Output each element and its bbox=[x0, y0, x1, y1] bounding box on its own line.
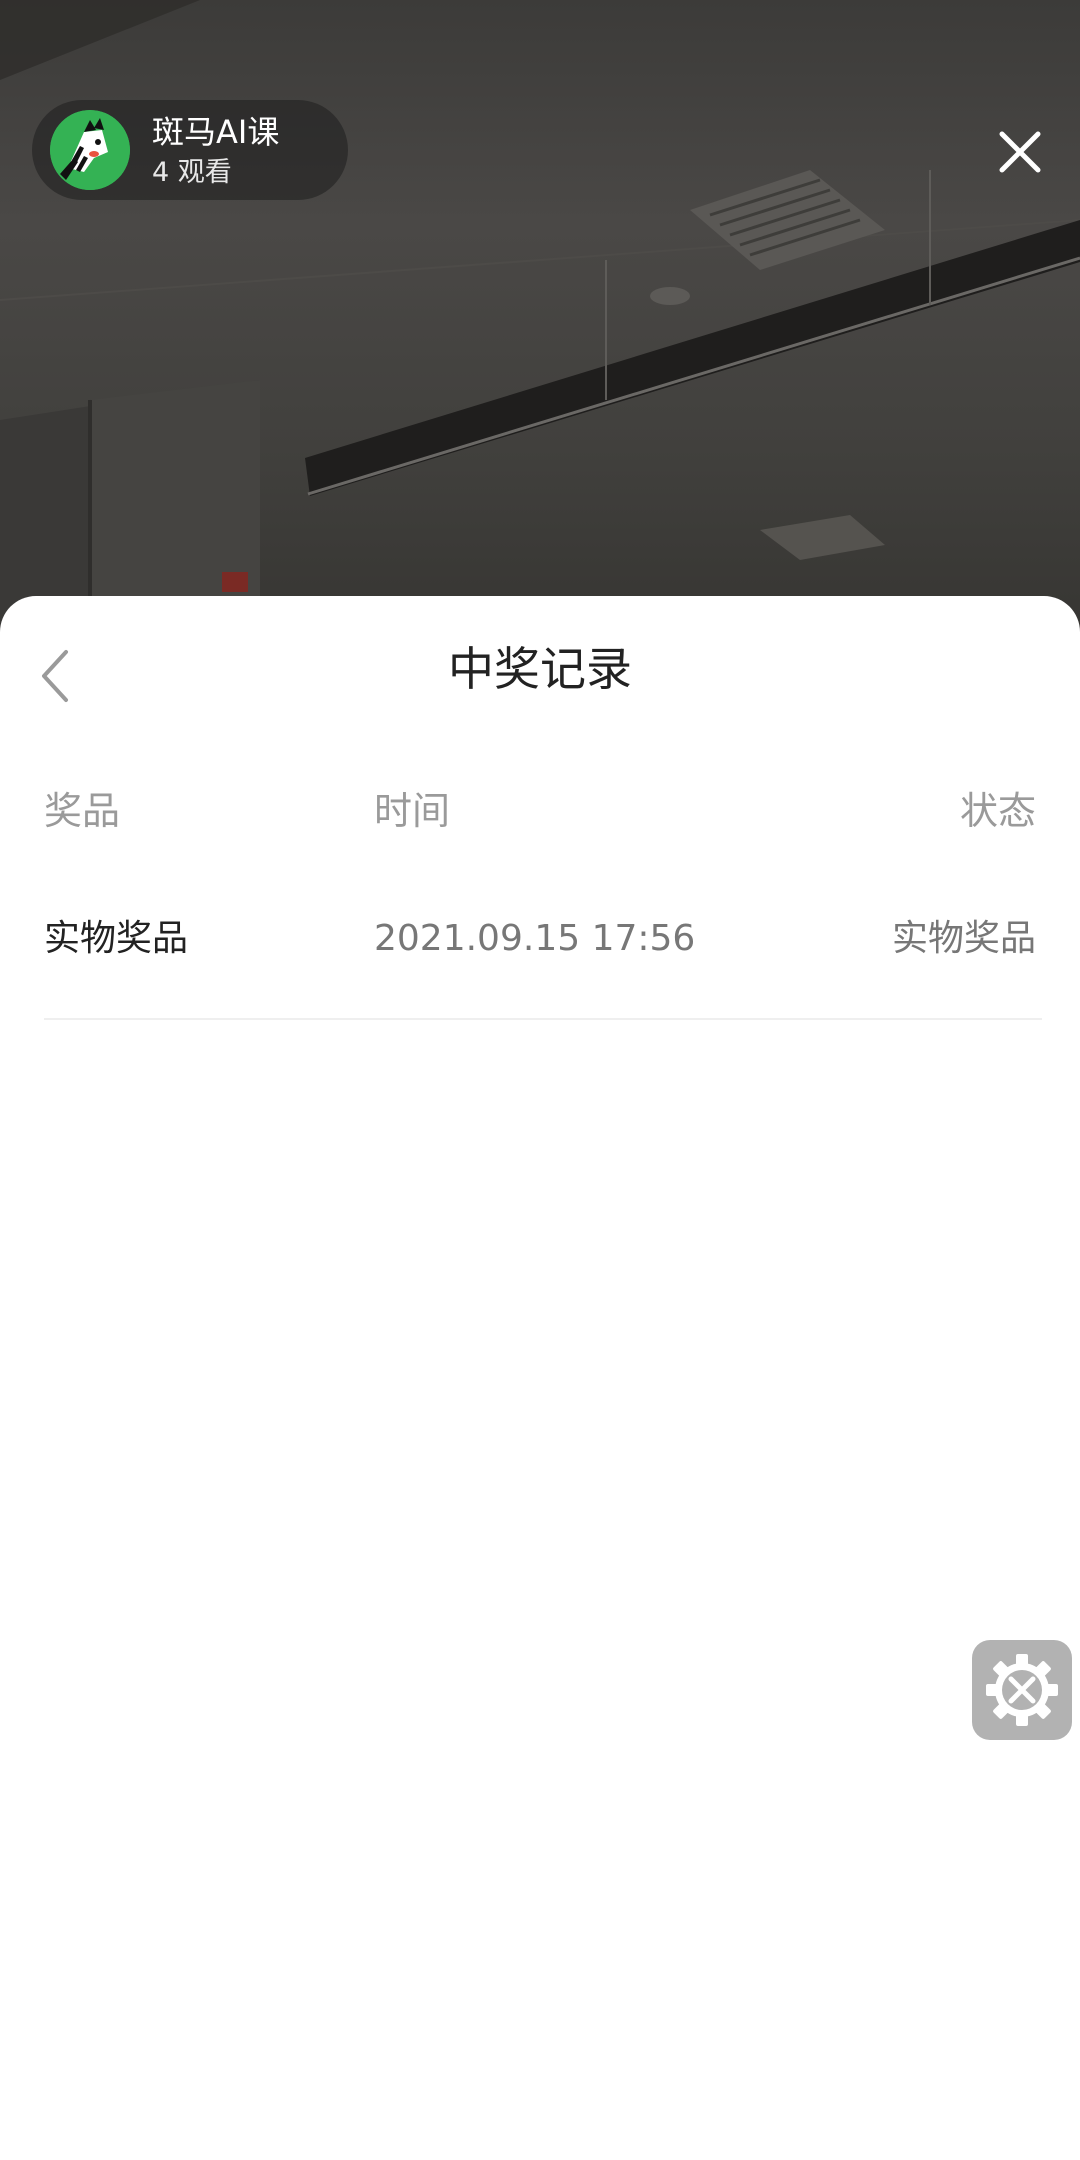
column-header-prize: 奖品 bbox=[44, 789, 121, 833]
row-prize: 实物奖品 bbox=[44, 918, 189, 959]
column-header-time: 时间 bbox=[374, 789, 451, 833]
row-time: 2021.09.15 17:56 bbox=[374, 918, 696, 959]
page-title: 中奖记录 bbox=[448, 642, 632, 696]
winning-records-sheet: 中奖记录 奖品 时间 状态 实物奖品 2021.09.15 17:56 实物奖品 bbox=[0, 596, 1080, 2160]
row-status: 实物奖品 bbox=[891, 918, 1036, 959]
tools-button[interactable] bbox=[972, 1640, 1072, 1740]
row-divider bbox=[44, 1018, 1042, 1020]
column-header-status: 状态 bbox=[959, 789, 1036, 833]
live-room-screen: 斑马AI课 4 观看 中奖记录 奖品 时间 状态 实物奖品 2021.09.15… bbox=[0, 0, 1080, 2160]
video-stream[interactable] bbox=[0, 0, 1080, 640]
close-button[interactable] bbox=[988, 120, 1052, 184]
host-info-pill[interactable]: 斑马AI课 4 观看 bbox=[32, 100, 348, 200]
zebra-logo-icon bbox=[50, 110, 130, 190]
ceiling-scene-image bbox=[0, 0, 1080, 640]
tools-gear-icon bbox=[986, 1654, 1058, 1726]
host-name: 斑马AI课 bbox=[152, 113, 280, 151]
viewer-count-suffix: 观看 bbox=[177, 157, 232, 188]
close-icon bbox=[999, 131, 1041, 173]
viewer-count: 4 观看 bbox=[152, 156, 232, 190]
viewer-count-number: 4 bbox=[152, 157, 170, 188]
